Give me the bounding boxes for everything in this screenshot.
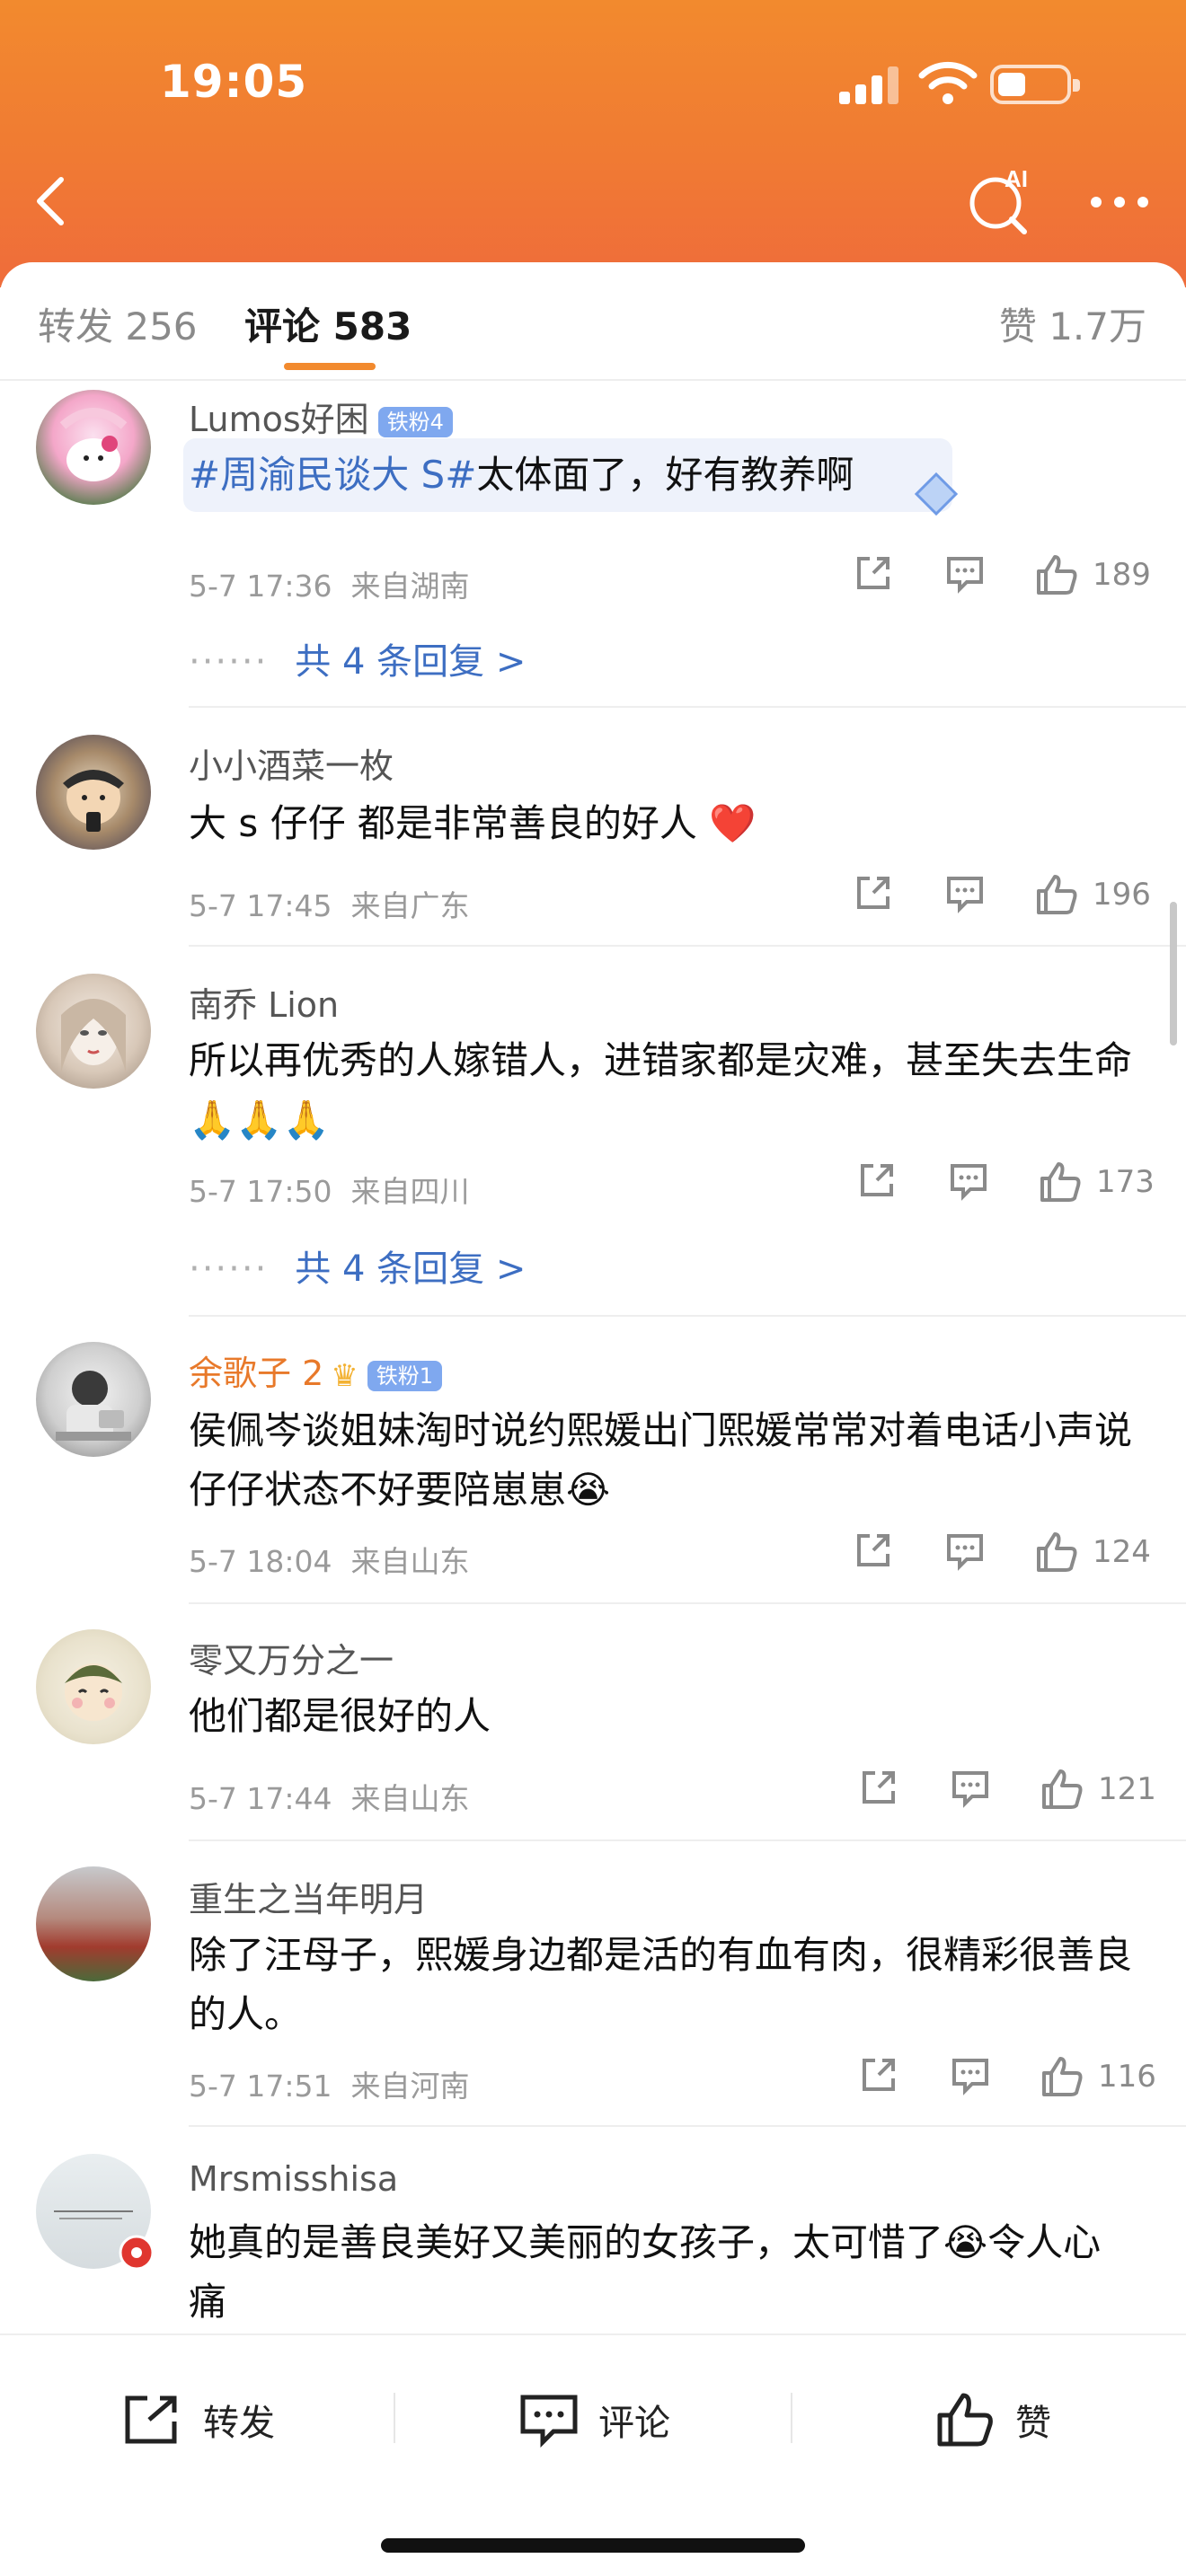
tab-bar: 转发 256 评论 583 赞 1.7万	[0, 262, 1186, 381]
wifi-icon	[918, 61, 978, 104]
view-replies-link[interactable]: ······ 共 4 条回复 >	[189, 1239, 526, 1292]
comment-actions: 173	[0, 1159, 1186, 1213]
avatar[interactable]	[36, 390, 151, 505]
repost-label: 转发	[203, 2403, 275, 2444]
like-count: 196	[1093, 877, 1151, 913]
avatar[interactable]	[36, 1342, 151, 1457]
comment-text: 他们都是很好的人	[189, 1694, 491, 1738]
home-indicator[interactable]	[381, 2538, 805, 2553]
comment-username[interactable]: Lumos好困 铁粉4	[189, 392, 453, 441]
repost-icon[interactable]	[857, 2053, 900, 2096]
comment-actions: 196	[0, 871, 1186, 925]
repost-icon[interactable]	[857, 1766, 900, 1809]
like-button[interactable]: 赞	[934, 2384, 1051, 2456]
comment-icon	[520, 2395, 578, 2448]
fan-badge: 铁粉1	[367, 1360, 443, 1391]
comment-icon[interactable]	[947, 1159, 990, 1202]
avatar[interactable]	[36, 1866, 151, 1981]
status-bar: 19:05	[0, 0, 1186, 171]
avatar[interactable]	[36, 974, 151, 1089]
active-tab-indicator	[284, 363, 376, 370]
repost-icon[interactable]	[852, 551, 895, 595]
comment-username[interactable]: 零又万分之一	[189, 1633, 394, 1682]
repost-icon	[125, 2395, 177, 2444]
like-icon[interactable]	[1033, 871, 1080, 918]
divider	[189, 1602, 1186, 1604]
comment-icon[interactable]	[949, 1766, 992, 1809]
avatar[interactable]	[36, 1629, 151, 1744]
divider	[189, 1315, 1186, 1317]
view-replies-link[interactable]: ······ 共 4 条回复 >	[189, 632, 526, 684]
tab-repost[interactable]: 转发 256	[38, 296, 198, 351]
comment-button[interactable]: 评论	[519, 2384, 670, 2456]
back-button[interactable]	[25, 169, 75, 234]
repost-icon[interactable]	[852, 871, 895, 914]
comment-username[interactable]: 余歌子 2 ♛ 铁粉1	[189, 1345, 443, 1395]
tab-like[interactable]: 赞 1.7万	[999, 296, 1146, 351]
ai-search-icon[interactable]: AI	[965, 165, 1037, 237]
verified-badge-icon	[119, 2235, 155, 2271]
like-count: 116	[1098, 2059, 1156, 2095]
comment-icon[interactable]	[943, 871, 987, 914]
repost-icon[interactable]	[855, 1159, 898, 1202]
battery-icon	[990, 65, 1080, 104]
comment-icon[interactable]	[949, 2053, 992, 2096]
repost-icon[interactable]	[852, 1529, 895, 1572]
like-count: 173	[1096, 1164, 1155, 1200]
like-icon[interactable]	[1033, 551, 1080, 598]
comment-username[interactable]: Mrsmisshisa	[189, 2159, 398, 2199]
divider	[189, 2125, 1186, 2127]
comment-actions: 189	[0, 551, 1186, 605]
comment-username[interactable]: 重生之当年明月	[189, 1872, 428, 1921]
comment-text: 所以再优秀的人嫁错人，进错家都是灾难，甚至失去生命🙏🙏🙏	[189, 1038, 1133, 1142]
like-count: 124	[1093, 1534, 1151, 1570]
like-icon[interactable]	[1039, 1766, 1085, 1813]
cellular-signal-icon	[839, 65, 900, 104]
comment-text: 侯佩岑谈姐妹淘时说约熙媛出门熙媛常常对着电话小声说仔仔状态不好要陪崽崽😭	[189, 1408, 1133, 1512]
crown-icon: ♛	[331, 1357, 358, 1394]
repost-button[interactable]: 转发	[122, 2384, 275, 2456]
like-icon[interactable]	[1039, 2053, 1085, 2100]
comment-icon[interactable]	[943, 1529, 987, 1572]
comment-icon[interactable]	[943, 551, 987, 595]
divider	[189, 945, 1186, 947]
scrollbar[interactable]	[1170, 902, 1177, 1045]
fan-badge: 铁粉4	[377, 406, 453, 437]
like-icon	[937, 2393, 993, 2447]
tab-comment[interactable]: 评论 583	[244, 296, 412, 351]
comment-text: 大 s 仔仔 都是非常善良的好人 ❤️	[189, 801, 757, 845]
status-time: 19:05	[160, 56, 308, 108]
comment-actions: 124	[0, 1529, 1186, 1583]
svg-text:AI: AI	[1005, 165, 1028, 192]
comment-username[interactable]: 小小酒菜一枚	[189, 738, 394, 788]
diamond-icon	[914, 472, 959, 516]
comment-username[interactable]: 南乔 Lion	[189, 977, 339, 1027]
like-label: 赞	[1015, 2403, 1051, 2444]
hashtag-link[interactable]: #周渝民谈大 S#	[189, 453, 476, 497]
like-icon[interactable]	[1033, 1529, 1080, 1575]
comment-label: 评论	[598, 2403, 670, 2444]
more-options-icon[interactable]	[1084, 180, 1155, 225]
divider	[189, 706, 1186, 708]
avatar[interactable]	[36, 735, 151, 850]
comment-text: #周渝民谈大 S#太体面了，好有教养啊	[189, 453, 854, 497]
divider	[189, 1839, 1186, 1841]
comment-actions: 116	[0, 2053, 1186, 2107]
comment-actions: 121	[0, 1766, 1186, 1820]
like-icon[interactable]	[1037, 1159, 1084, 1205]
like-count: 189	[1093, 557, 1151, 593]
comment-text: 除了汪母子，熙媛身边都是活的有血有肉，很精彩很善良的人。	[189, 1933, 1133, 2036]
like-count: 121	[1098, 1771, 1156, 1807]
comment-text: 她真的是善良美好又美丽的女孩子，太可惜了😭令人心痛	[189, 2220, 1102, 2324]
